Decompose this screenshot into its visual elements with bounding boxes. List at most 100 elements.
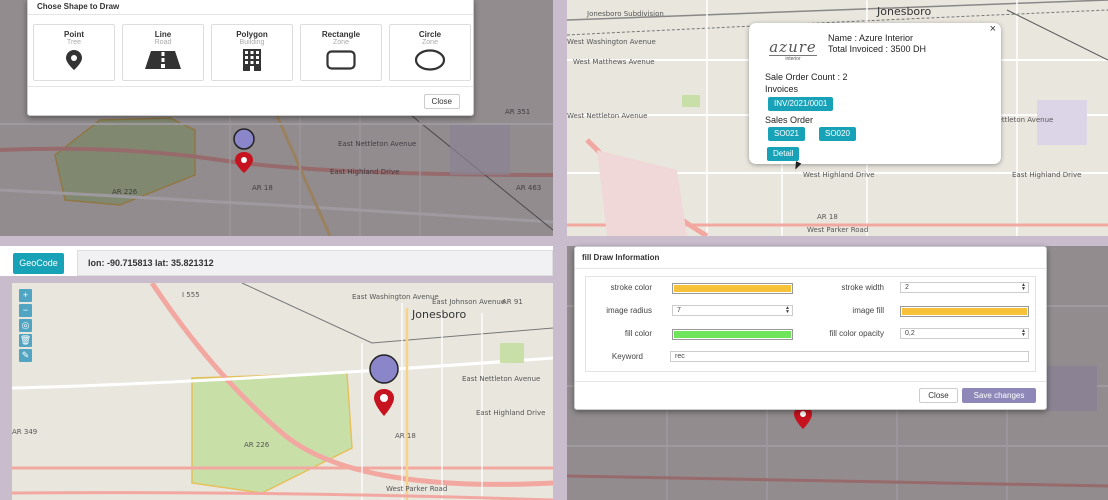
map-canvas[interactable]: I 555 AR 91 East Johnson Avenue East Was…: [12, 283, 553, 500]
shape-option-line[interactable]: Line Road: [122, 24, 204, 81]
close-icon[interactable]: ×: [990, 23, 996, 35]
map-label: East Nettleton Avenue: [462, 375, 541, 383]
spinner-icon[interactable]: ▲ ▼: [1021, 283, 1026, 292]
sales-order-link[interactable]: SO021: [768, 127, 805, 141]
drawn-circle-and-marker[interactable]: [228, 128, 260, 174]
shape-option-circle[interactable]: Circle Zone: [389, 24, 471, 81]
map-label: West Washington Avenue: [567, 38, 656, 46]
geocode-toolbar: GeoCode lon: -90.715813 lat: 35.821312: [0, 246, 553, 276]
field-label: fill color opacity: [829, 329, 884, 338]
map-label: West Nettleton Avenue: [567, 112, 648, 120]
customer-info-popup: × azure interior Name : Azure Interior T…: [749, 23, 1001, 164]
logo-subtext: interior: [769, 55, 817, 62]
shape-name: Polygon: [236, 30, 268, 39]
modal-footer: [28, 86, 473, 87]
zoom-in-button[interactable]: +: [19, 289, 32, 302]
field-value: 0,2: [905, 330, 915, 337]
map-label: Jonesboro Subdivision: [587, 10, 664, 18]
shape-option-rectangle[interactable]: Rectangle Zone: [300, 24, 382, 81]
save-changes-button[interactable]: Save changes: [962, 388, 1036, 403]
total-invoiced: Total Invoiced : 3500 DH: [828, 44, 927, 54]
field-label: image fill: [852, 306, 884, 315]
fill-opacity-input[interactable]: 0,2 ▲ ▼: [900, 328, 1029, 339]
field-label: stroke width: [841, 283, 884, 292]
locate-icon[interactable]: ◎: [19, 319, 32, 332]
sales-order-heading: Sales Order: [765, 115, 814, 125]
shape-name: Circle: [418, 30, 442, 39]
color-swatch: [674, 285, 791, 292]
stroke-width-input[interactable]: 2 ▲ ▼: [900, 282, 1029, 293]
map-label: West Highland Drive: [803, 171, 875, 179]
map-label: AR 18: [395, 432, 416, 440]
stroke-color-picker[interactable]: [672, 283, 793, 294]
field-label: Keyword: [611, 352, 643, 361]
map-label: AR 349: [12, 428, 38, 436]
map-draw-controls: + − ◎ 🗑 ✎: [19, 289, 33, 362]
town-label: Jonesboro: [412, 308, 467, 321]
road-icon: [123, 49, 203, 71]
town-label: Jonesboro: [877, 5, 932, 18]
shape-sub: Road: [154, 39, 172, 46]
spinner-icon[interactable]: ▲ ▼: [1021, 329, 1026, 338]
fill-color-picker[interactable]: [672, 329, 793, 340]
field-label: stroke color: [610, 283, 652, 292]
dialog-form: stroke color stroke width 2 ▲ ▼ image radi…: [585, 276, 1036, 372]
zoom-out-button[interactable]: −: [19, 304, 32, 317]
shape-option-polygon[interactable]: Polygon Building: [211, 24, 293, 81]
shape-sub: Tree: [66, 39, 82, 46]
dialog-footer: [575, 381, 1046, 382]
geocode-button[interactable]: GeoCode: [13, 253, 64, 274]
company-logo: azure interior: [769, 38, 817, 62]
map-panel-geocode: GeoCode lon: -90.715813 lat: 35.821312 I…: [0, 246, 553, 500]
map-label: West Parker Road: [386, 485, 448, 493]
field-value: 2: [905, 284, 909, 291]
map-pin-icon: [34, 49, 114, 71]
field-label: fill color: [624, 329, 652, 338]
pencil-icon[interactable]: ✎: [19, 349, 32, 362]
fill-draw-dialog: fill Draw Information stroke color strok…: [574, 246, 1047, 410]
map-label: East Johnson Avenue: [432, 298, 506, 306]
field-label: image radius: [606, 306, 652, 315]
dialog-title: fill Draw Information: [575, 247, 1046, 269]
shape-sub: Zone: [422, 39, 438, 46]
invoice-link[interactable]: INV/2021/0001: [768, 97, 834, 111]
map-label: I 555: [182, 291, 200, 299]
map-label: West Matthews Avenue: [573, 58, 655, 66]
field-value: 7: [677, 307, 681, 314]
close-button[interactable]: Close: [423, 94, 460, 109]
building-icon: [212, 49, 292, 71]
map-label: East Highland Drive: [476, 409, 546, 417]
image-radius-input[interactable]: 7 ▲ ▼: [672, 305, 793, 316]
drawn-circle-and-marker[interactable]: [367, 354, 401, 420]
keyword-input[interactable]: rec: [670, 351, 1029, 362]
shape-option-point[interactable]: Point Tree: [33, 24, 115, 81]
trash-icon[interactable]: 🗑: [19, 334, 32, 347]
invoices-heading: Invoices: [765, 84, 799, 94]
modal-title: Chose Shape to Draw: [28, 0, 473, 15]
detail-button[interactable]: Detail: [767, 147, 800, 161]
map-label: West Parker Road: [807, 226, 869, 234]
sales-order-link[interactable]: SO020: [819, 127, 856, 141]
logo-text: azure: [769, 38, 817, 56]
image-fill-picker[interactable]: [900, 306, 1029, 317]
map-label: AR 226: [244, 441, 270, 449]
shape-options: Point Tree Line Road Polygon Building Re…: [33, 24, 471, 81]
map-label: East Highland Drive: [1012, 171, 1082, 179]
spinner-icon[interactable]: ▲ ▼: [785, 306, 790, 315]
coordinates-display: lon: -90.715813 lat: 35.821312: [77, 250, 553, 276]
close-button[interactable]: Close: [919, 388, 958, 403]
customer-name: Name : Azure Interior: [828, 33, 914, 43]
shape-name: Line: [154, 30, 172, 39]
shape-sub: Building: [239, 39, 265, 46]
rounded-rectangle-icon: [301, 49, 381, 71]
color-swatch: [902, 308, 1027, 315]
map-panel-shape-chooser: AR 226 AR 18 AR 351 AR 463 East Nettleto…: [0, 0, 553, 236]
shape-chooser-modal: Chose Shape to Draw Point Tree Line Road…: [27, 0, 474, 116]
circle-icon: [390, 49, 470, 71]
shape-name: Rectangle: [321, 30, 361, 39]
shape-name: Point: [64, 30, 84, 39]
field-value: rec: [675, 353, 685, 360]
sale-order-count: Sale Order Count : 2: [765, 72, 848, 82]
shape-sub: Zone: [333, 39, 349, 46]
map-label: AR 18: [817, 213, 838, 221]
